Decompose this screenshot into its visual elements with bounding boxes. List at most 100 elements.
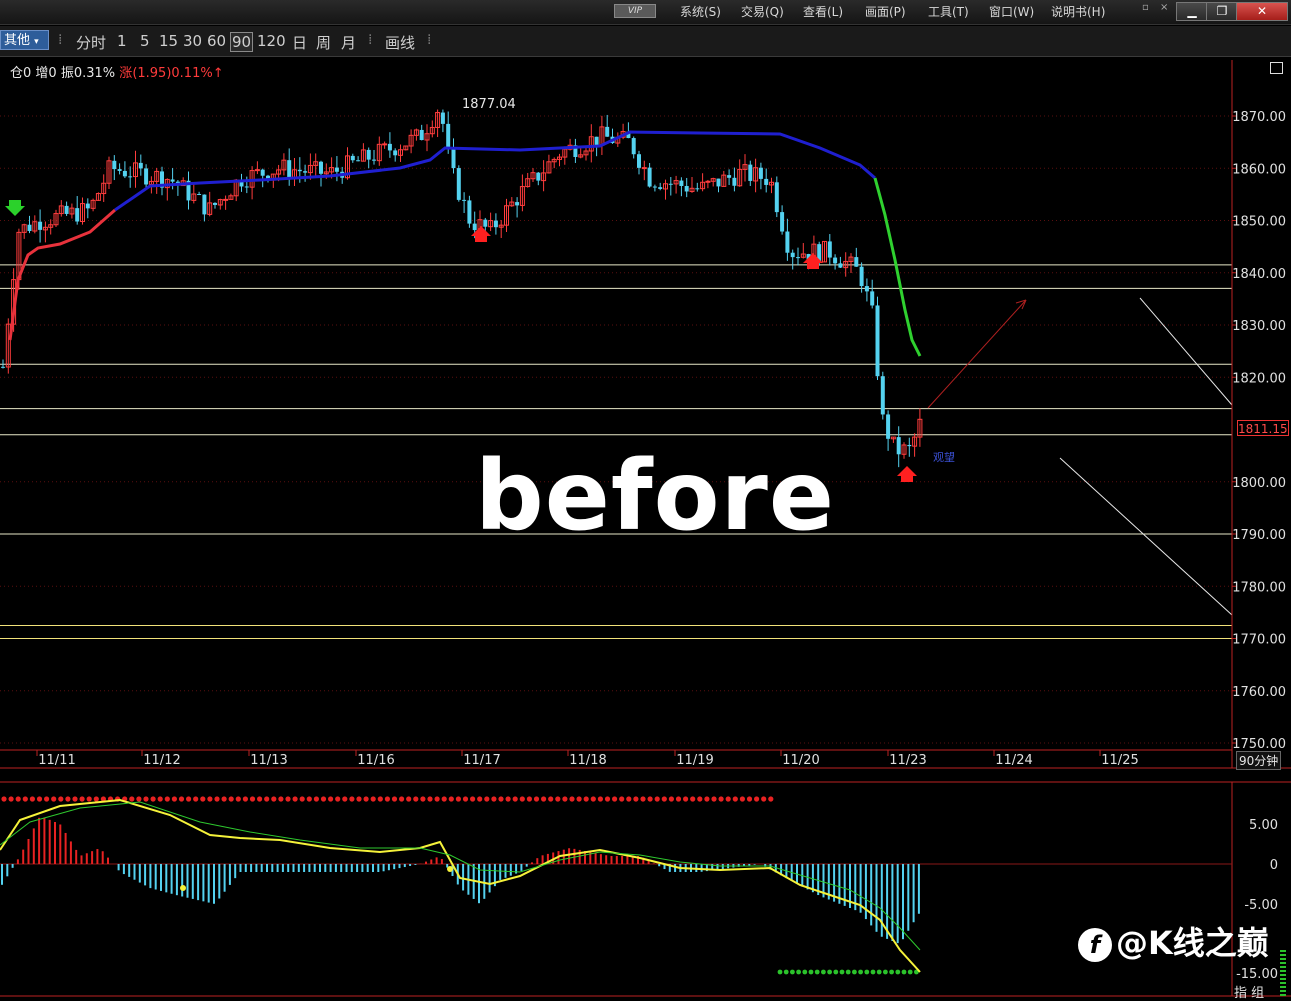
signal-dot	[808, 969, 814, 975]
signal-dot	[342, 796, 348, 802]
signal-dot	[228, 796, 234, 802]
candle-body	[472, 223, 477, 231]
signal-dot	[732, 796, 738, 802]
signal-dot	[583, 796, 589, 802]
signal-dot	[668, 796, 675, 802]
indicator-tag[interactable]: 指 组	[1234, 982, 1264, 1001]
candle-body	[605, 126, 610, 137]
signal-dot	[796, 969, 801, 975]
ma-line-green	[873, 177, 922, 357]
signal-dot	[883, 969, 888, 975]
signal-dot	[441, 796, 447, 802]
date-axis: 11/11 11/12 11/13 11/16 11/17 11/18 11/19 11/20…	[36, 750, 1139, 768]
signal-dot	[777, 969, 783, 975]
watermark-text: before	[475, 440, 835, 552]
candle-body	[451, 148, 456, 169]
signal-dot	[827, 969, 832, 975]
price-tick-label: 1820.00	[1232, 371, 1286, 386]
candle-body	[695, 188, 700, 190]
candle-body	[705, 180, 711, 183]
signal-dot	[427, 796, 433, 802]
candle-body	[170, 179, 175, 182]
signal-dot	[548, 796, 554, 802]
candle-body	[641, 167, 647, 170]
candle-body	[1, 366, 5, 368]
signal-dot	[15, 796, 21, 802]
candle-body	[833, 257, 838, 264]
signal-dot	[541, 796, 547, 802]
candle-body	[138, 162, 143, 169]
candle-body	[467, 200, 472, 224]
signal-dot	[783, 969, 789, 975]
signal-dot	[562, 796, 568, 802]
candle-body	[287, 160, 292, 178]
candle-body	[647, 167, 652, 187]
macd-panel: 5.00 0 -5.00 -15.00	[0, 796, 1286, 996]
candle-body	[462, 199, 467, 201]
signal-dot	[214, 796, 220, 802]
candle-body	[366, 149, 371, 160]
signal-dot	[278, 796, 284, 802]
date-label: 11/11	[38, 753, 75, 768]
candle-body	[387, 143, 392, 151]
signal-dot	[455, 796, 461, 802]
signal-dot	[171, 796, 177, 802]
candle-body	[128, 176, 133, 178]
signal-dot	[484, 796, 490, 802]
signal-dot	[72, 796, 78, 802]
signal-dot	[718, 796, 724, 802]
candle-body	[440, 112, 445, 124]
signal-dot	[36, 796, 43, 802]
candle-body	[350, 155, 355, 161]
price-tick-label: 1790.00	[1232, 528, 1286, 543]
signal-dot	[626, 796, 632, 802]
high-price-label: 1877.04	[462, 97, 516, 112]
signal-dot	[555, 796, 561, 802]
candle-body	[197, 194, 202, 196]
signal-dot	[477, 796, 483, 802]
signal-dot	[754, 796, 760, 802]
signal-dot	[839, 969, 845, 975]
date-label: 11/23	[889, 753, 926, 768]
candle-body	[319, 161, 323, 174]
signal-dot	[590, 796, 596, 802]
candle-body	[515, 202, 520, 206]
signal-dot	[136, 796, 142, 802]
signal-dot	[186, 796, 192, 802]
signal-dot	[356, 796, 362, 802]
price-tick-label: 1800.00	[1232, 476, 1286, 491]
candle-body	[880, 376, 885, 415]
candle-body	[456, 168, 461, 200]
signal-dot	[65, 796, 71, 802]
signal-dot	[512, 796, 518, 802]
signal-dot	[661, 796, 667, 802]
candle-body	[75, 208, 80, 222]
signal-dot	[533, 796, 540, 802]
candle-body	[716, 178, 721, 187]
up-projection-line	[927, 299, 1027, 409]
volume-gauge-tick	[1280, 954, 1286, 956]
candle-body	[732, 177, 737, 186]
candle-body	[774, 182, 779, 213]
signal-dot	[491, 796, 497, 802]
signal-dot	[420, 796, 426, 802]
volume-gauge-tick	[1280, 994, 1286, 996]
signal-dot	[895, 969, 901, 975]
signal-dot	[725, 796, 731, 802]
signal-dot	[235, 796, 241, 802]
candle-body	[260, 169, 265, 176]
signal-dot	[870, 969, 876, 975]
date-label: 11/18	[569, 753, 606, 768]
signal-dot	[505, 796, 511, 802]
signal-dot	[200, 796, 206, 802]
price-tick-label: 1870.00	[1232, 110, 1286, 125]
signal-dot	[462, 796, 469, 802]
signal-dot	[576, 796, 582, 802]
signal-dot	[889, 969, 894, 975]
candle-body	[748, 164, 753, 181]
signal-dot	[349, 796, 355, 802]
candle-body	[483, 219, 488, 227]
signal-dot	[821, 969, 826, 975]
date-label: 11/19	[676, 753, 713, 768]
down-trend-line	[1059, 457, 1233, 616]
